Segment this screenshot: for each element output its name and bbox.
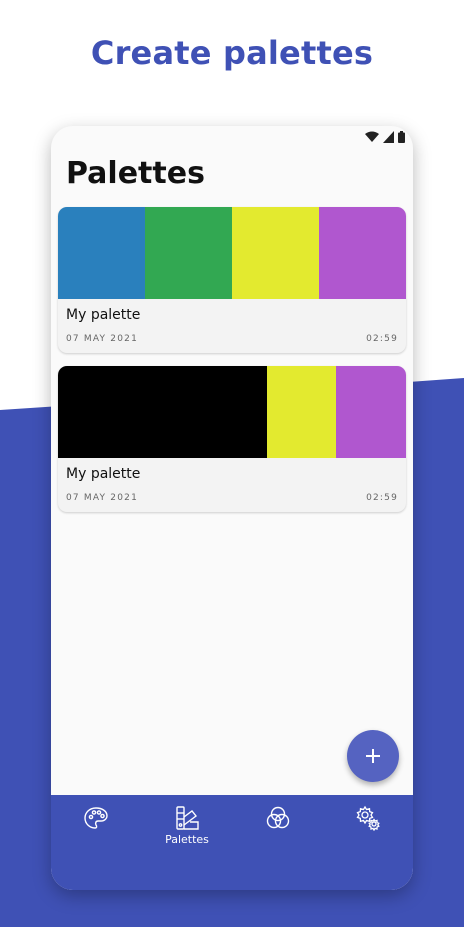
palette-date: 07 MAY 2021 bbox=[66, 493, 138, 503]
palette-swatches bbox=[58, 366, 406, 458]
palette-time: 02:59 bbox=[366, 334, 398, 344]
color-mix-icon bbox=[266, 806, 290, 829]
settings-gears-icon bbox=[356, 805, 380, 831]
nav-item-palette[interactable] bbox=[66, 805, 126, 833]
color-swatch bbox=[266, 366, 337, 458]
signal-icon bbox=[383, 131, 394, 143]
color-swatch bbox=[336, 366, 406, 458]
headline: Create palettes bbox=[90, 34, 374, 72]
palette-name: My palette bbox=[66, 466, 141, 482]
nav-label-palettes: Palettes bbox=[165, 833, 209, 846]
plus-icon bbox=[366, 749, 380, 763]
palette-date: 07 MAY 2021 bbox=[66, 334, 138, 344]
nav-item-settings[interactable] bbox=[338, 805, 398, 833]
nav-item-palettes[interactable]: Palettes bbox=[157, 805, 217, 846]
color-swatch bbox=[58, 366, 267, 458]
palette-card[interactable]: My palette 07 MAY 2021 02:59 bbox=[58, 366, 406, 512]
palette-card[interactable]: My palette 07 MAY 2021 02:59 bbox=[58, 207, 406, 353]
status-bar bbox=[365, 130, 405, 144]
battery-icon bbox=[398, 131, 405, 143]
palette-name: My palette bbox=[66, 307, 141, 323]
bottom-navigation: Palettes bbox=[51, 795, 413, 890]
wifi-icon bbox=[365, 131, 379, 142]
nav-item-color-mix[interactable] bbox=[248, 805, 308, 833]
color-swatch bbox=[319, 207, 406, 299]
color-swatch bbox=[232, 207, 319, 299]
add-palette-button[interactable] bbox=[347, 730, 399, 782]
color-swatch bbox=[58, 207, 145, 299]
palette-time: 02:59 bbox=[366, 493, 398, 503]
palette-swatches bbox=[58, 207, 406, 299]
color-swatch bbox=[145, 207, 232, 299]
palette-icon bbox=[84, 807, 108, 829]
page-title: Palettes bbox=[66, 156, 205, 191]
swatch-book-icon bbox=[176, 806, 199, 830]
phone-screen: Palettes My palette 07 MAY 2021 02:59 My… bbox=[51, 126, 413, 890]
